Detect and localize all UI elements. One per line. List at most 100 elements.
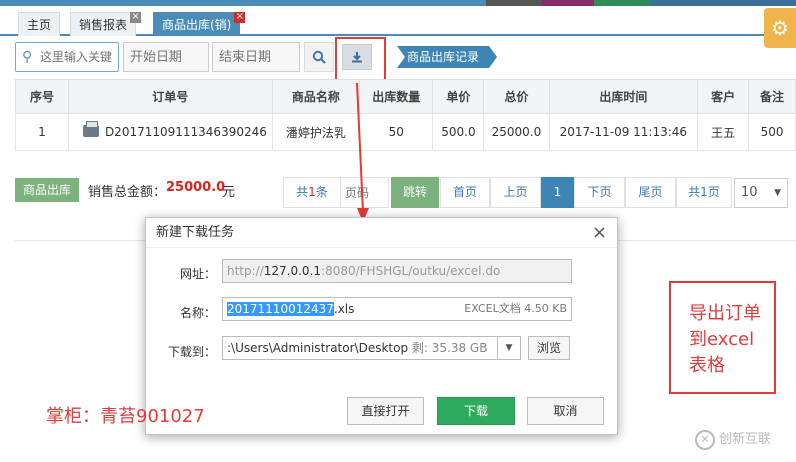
tab-label: 商品出库(销) <box>162 18 232 32</box>
start-date-input[interactable] <box>130 43 208 71</box>
cell-order-no: D20171109111346390246 <box>67 113 273 151</box>
pager-total: 共1条 <box>283 177 341 208</box>
pager-text: 条 <box>315 185 328 199</box>
annotation-line: 到excel <box>689 329 755 350</box>
strip-segment <box>594 0 650 6</box>
dialog-title: 新建下载任务 <box>146 218 617 248</box>
close-icon[interactable]: × <box>234 12 246 23</box>
browse-button[interactable]: 浏览 <box>528 336 570 360</box>
download-button[interactable]: 下载 <box>437 397 515 425</box>
gear-icon[interactable]: ⚙ <box>764 8 796 48</box>
prev-page-button[interactable]: 上页 <box>490 177 541 208</box>
start-date-field[interactable] <box>123 42 209 72</box>
pager-text: 共 <box>296 185 309 199</box>
search-box[interactable]: ⚲ <box>15 42 119 72</box>
annotation-line: 表格 <box>689 355 725 376</box>
watermark-text: 创新互联 <box>719 432 772 447</box>
cell-time: 2017-11-09 11:13:46 <box>548 113 699 151</box>
cell-quantity: 50 <box>359 113 434 151</box>
url-field: http://127.0.0.1:8080/FHSHGL/outku/excel… <box>222 259 572 283</box>
tab-bar: 主页 销售报表 × 商品出库(销) × <box>0 8 796 36</box>
col-header: 序号 <box>15 79 69 114</box>
filename-field[interactable]: 20171110012437.xls EXCEL文档 4.50 KB <box>222 297 572 321</box>
tab-label: 主页 <box>27 18 52 32</box>
annotation-line: 导出订单 <box>689 303 761 324</box>
table-row: 1 D20171109111346390246 潘婷护法乳 50 500.0 2… <box>15 113 796 151</box>
first-page-button[interactable]: 首页 <box>440 177 490 208</box>
watermark: ✕ 创新互联 <box>695 428 771 450</box>
col-header: 单价 <box>432 79 485 114</box>
next-page-button[interactable]: 下页 <box>574 177 625 208</box>
strip-segment <box>650 0 796 6</box>
download-dialog: 新建下载任务 × 网址： http://127.0.0.1:8080/FHSHG… <box>145 217 618 435</box>
end-date-field[interactable] <box>212 42 300 72</box>
file-meta: EXCEL文档 4.50 KB <box>464 302 567 315</box>
search-input[interactable] <box>40 47 116 67</box>
filename-selected: 20171110012437 <box>227 302 334 316</box>
page-size-select[interactable]: 10 ▼ <box>734 178 788 208</box>
name-label: 名称： <box>179 306 216 320</box>
total-value: 25000.0 <box>166 180 226 195</box>
col-header: 出库数量 <box>359 79 434 114</box>
close-icon[interactable]: × <box>130 12 142 23</box>
printer-icon[interactable] <box>82 121 99 137</box>
page-number-input[interactable] <box>341 178 388 207</box>
cell-remark: 500 <box>748 113 796 151</box>
path-label: 下载到： <box>167 345 216 359</box>
annotation-note: 导出订单 到excel 表格 <box>669 281 776 394</box>
col-header: 总价 <box>483 79 550 114</box>
col-header: 客户 <box>697 79 750 114</box>
jump-button[interactable]: 跳转 <box>391 177 439 208</box>
url-path: :8080/FHSHGL/outku/excel.do <box>321 264 501 278</box>
url-host: 127.0.0.1 <box>263 264 322 278</box>
table-header-row: 序号 订单号 商品名称 出库数量 单价 总价 出库时间 客户 备注 <box>15 79 796 114</box>
last-page-button[interactable]: 尾页 <box>625 177 676 208</box>
total-pages: 共1页 <box>676 177 732 208</box>
open-directly-button[interactable]: 直接打开 <box>347 397 424 425</box>
tab-sales-report[interactable]: 销售报表 × <box>70 12 142 36</box>
signature-text: 掌柜：青苔901027 <box>46 406 205 427</box>
current-page[interactable]: 1 <box>541 177 574 208</box>
cancel-button[interactable]: 取消 <box>527 397 604 425</box>
col-header: 备注 <box>748 79 796 114</box>
cell-customer: 王五 <box>697 113 750 151</box>
logo-icon: ✕ <box>695 429 715 450</box>
breadcrumb[interactable]: 商品出库记录 <box>397 46 497 68</box>
save-path: :\Users\Administrator\Desktop <box>227 341 409 355</box>
strip-segment <box>486 0 542 6</box>
col-header: 出库时间 <box>548 79 699 114</box>
tab-home[interactable]: 主页 <box>18 12 61 36</box>
caret-down-icon: ▼ <box>505 343 513 353</box>
tab-goods-outbound[interactable]: 商品出库(销) × <box>153 12 246 36</box>
search-icon <box>312 50 326 64</box>
cell-product: 潘婷护法乳 <box>271 113 361 151</box>
close-icon[interactable]: × <box>592 223 607 243</box>
top-color-strip <box>0 0 796 6</box>
cell-total: 25000.0 <box>483 113 550 151</box>
pager-count: 1 <box>308 185 316 199</box>
goods-outbound-button[interactable]: 商品出库 <box>15 178 79 202</box>
outbound-table: 序号 订单号 商品名称 出库数量 单价 总价 出库时间 客户 备注 1 D201… <box>15 79 796 151</box>
end-date-input[interactable] <box>219 43 299 71</box>
strip-segment <box>542 0 594 6</box>
save-path-field[interactable]: :\Users\Administrator\Desktop 剩: 35.38 G… <box>222 336 498 360</box>
order-number: D20171109111346390246 <box>104 125 267 139</box>
highlight-box <box>335 37 386 83</box>
cell-price: 500.0 <box>432 113 485 151</box>
page-number-field[interactable] <box>341 177 389 208</box>
url-label: 网址： <box>179 267 216 281</box>
col-header: 订单号 <box>67 79 273 114</box>
total-unit: 元 <box>222 185 236 200</box>
caret-down-icon: ▼ <box>774 188 781 198</box>
free-space: 剩: 35.38 GB <box>411 341 488 355</box>
search-icon: ⚲ <box>22 49 33 65</box>
col-header: 商品名称 <box>271 79 361 114</box>
page-size-value: 10 <box>741 185 758 200</box>
tab-label: 销售报表 <box>79 18 128 32</box>
cell-index: 1 <box>15 113 69 151</box>
total-label: 销售总金额： <box>88 185 167 200</box>
filename-ext: .xls <box>333 302 355 316</box>
search-button[interactable] <box>304 42 334 72</box>
path-dropdown[interactable]: ▼ <box>497 336 521 360</box>
url-prefix: http:// <box>227 264 264 278</box>
